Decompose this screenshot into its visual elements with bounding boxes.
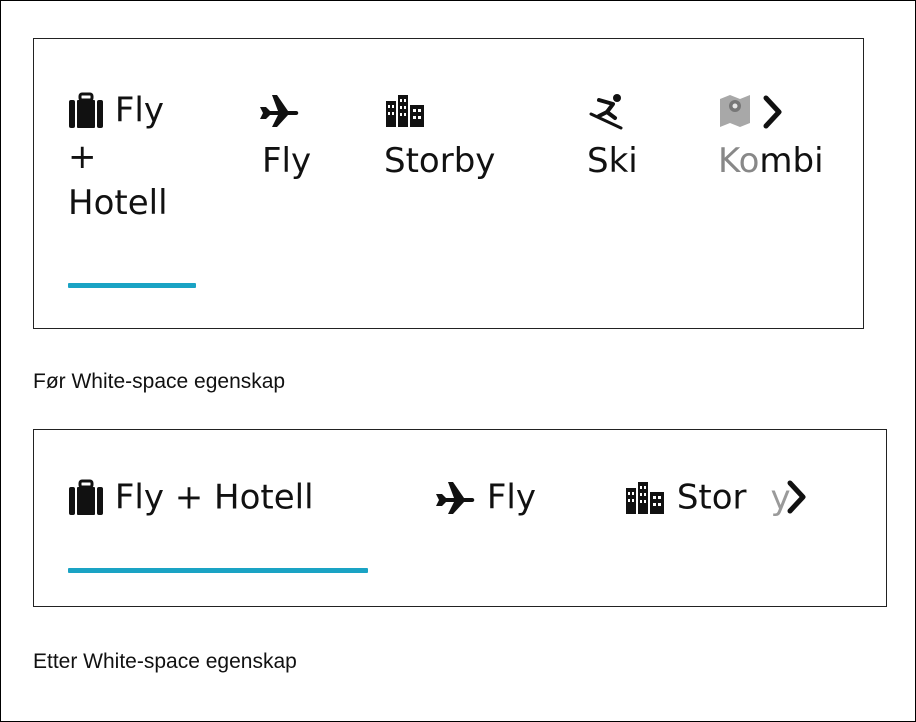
airplane-icon	[258, 93, 300, 129]
tab-label: Fly	[486, 477, 536, 518]
map-pin-icon	[718, 93, 760, 129]
tab-label: Storby	[384, 141, 496, 181]
airplane-icon	[434, 480, 476, 516]
tab-ski[interactable]: Ski	[587, 83, 638, 187]
tab-bar-after: Fly + Hotell Fly Stor y	[33, 429, 887, 607]
tab-label-line3: Hotell	[68, 182, 168, 223]
suitcase-icon	[68, 92, 104, 130]
caption-after: Etter White-space egenskap	[33, 650, 297, 673]
tab-storby[interactable]: Stor y	[624, 470, 791, 524]
scroll-right-button[interactable]	[786, 480, 808, 514]
active-tab-underline	[68, 568, 368, 573]
tab-label-start: Stor	[676, 477, 747, 518]
caption-before: Før White-space egenskap	[33, 370, 286, 393]
tab-label-faded: Ko	[718, 141, 760, 181]
chevron-right-icon	[762, 95, 784, 129]
tab-fly[interactable]: Fly	[434, 470, 536, 524]
skier-icon	[587, 92, 627, 130]
tab-label-rest: mbi	[759, 141, 824, 181]
tab-label-line2: +	[68, 136, 97, 177]
tab-fly-hotell[interactable]: Fly + Hotell	[68, 470, 314, 524]
tab-label: Fly	[262, 141, 312, 181]
tab-storby[interactable]: Storby	[384, 83, 495, 187]
chevron-right-icon	[786, 480, 808, 514]
scroll-right-button[interactable]	[762, 95, 784, 129]
tab-fly-hotell[interactable]: Fly + Hotell	[68, 83, 218, 229]
city-icon	[384, 93, 426, 129]
tab-label: Ski	[587, 141, 638, 181]
active-tab-underline	[68, 283, 196, 288]
city-icon	[624, 480, 666, 516]
suitcase-icon	[68, 479, 104, 517]
tab-label: Fly + Hotell	[114, 477, 314, 518]
tab-bar-before: Fly + Hotell Fly Storby Ski Kombi	[33, 38, 864, 329]
tab-fly[interactable]: Fly	[258, 83, 311, 187]
tab-label-line1: Fly	[114, 90, 164, 131]
